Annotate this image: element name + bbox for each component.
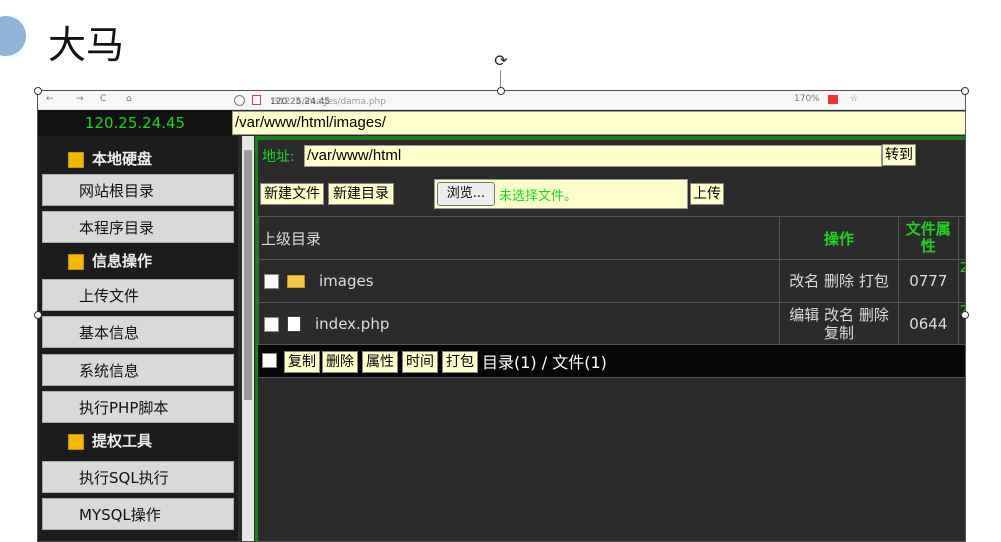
sidebar-scrollbar[interactable]: [242, 136, 254, 541]
batch-action-bar: 复制 删除 属性 时间 打包 目录(1) / 文件(1): [258, 344, 965, 378]
sidebar-item-program-dir[interactable]: 本程序目录: [42, 211, 234, 243]
sidebar-item-upload-file[interactable]: 上传文件: [42, 279, 234, 311]
scrollbar-thumb[interactable]: [244, 150, 252, 400]
table-row: images 改名 删除 打包 0777 2: [257, 259, 965, 303]
folder-icon: [68, 151, 84, 168]
new-file-button[interactable]: 新建文件: [260, 183, 324, 205]
lock-warning-icon: [252, 95, 261, 105]
folder-icon: [68, 433, 84, 450]
sidebar-item-basic-info[interactable]: 基本信息: [42, 316, 234, 348]
row-checkbox[interactable]: [264, 273, 279, 289]
file-name-cell: index.php: [257, 302, 781, 346]
webshell-page: 120.25.24.45 /var/www/html/images/ 本地硬盘 …: [38, 110, 965, 541]
browse-button[interactable]: 浏览...: [437, 182, 495, 206]
row-operations[interactable]: 改名 删除 打包: [779, 259, 899, 303]
slide-title: 大马: [48, 23, 125, 67]
sidebar: 本地硬盘 网站根目录 本程序目录 信息操作 上传文件 基本信息 系统信息 执行P…: [38, 136, 238, 541]
sidebar-group-local-disk: 本地硬盘: [38, 144, 238, 174]
address-label: 地址:: [262, 149, 295, 165]
time-button[interactable]: 时间: [402, 351, 438, 373]
dir-file-count: 目录(1) / 文件(1): [482, 353, 607, 372]
select-all-checkbox[interactable]: [262, 353, 277, 368]
sidebar-item-exec-sql[interactable]: 执行SQL执行: [42, 461, 234, 493]
reload-icon[interactable]: C: [100, 94, 106, 104]
table-row: index.php 编辑 改名 删除复制 0644 2: [257, 302, 965, 346]
file-name-cell: images: [257, 259, 781, 303]
file-name-link[interactable]: images: [319, 272, 374, 290]
resize-handle[interactable]: [961, 87, 969, 95]
resize-handle[interactable]: [34, 311, 42, 319]
back-icon[interactable]: ←: [46, 94, 54, 104]
sidebar-item-web-root[interactable]: 网站根目录: [42, 174, 234, 206]
row-operations-line: 复制: [824, 324, 855, 342]
document-icon: [287, 316, 301, 333]
shield-icon: [234, 95, 245, 106]
row-permissions[interactable]: 0777: [897, 259, 959, 303]
table-header-row: 上级目录 操作 文件属性: [257, 216, 965, 260]
go-button[interactable]: 转到: [882, 144, 916, 166]
row-extra: 2: [957, 302, 965, 346]
server-ip: 120.25.24.45: [38, 110, 232, 136]
no-file-selected-text: 未选择文件。: [499, 189, 578, 204]
row-extra: 2: [957, 259, 965, 303]
embedded-screenshot: ← → C ⌂ 120.25.24.45 :31224/images/dama.p…: [37, 90, 966, 542]
resize-handle[interactable]: [961, 311, 969, 319]
delete-button[interactable]: 删除: [322, 351, 358, 373]
address-input[interactable]: /var/www/html: [304, 145, 882, 167]
extra-column-header: [957, 216, 965, 260]
folder-icon: [68, 253, 84, 270]
file-name-link[interactable]: index.php: [315, 315, 389, 333]
sidebar-item-exec-php[interactable]: 执行PHP脚本: [42, 391, 234, 423]
url-path: :31224/images/dama.php: [270, 97, 386, 107]
home-icon[interactable]: ⌂: [126, 94, 132, 104]
attributes-header: 文件属性: [897, 216, 959, 260]
sidebar-item-mysql[interactable]: MYSQL操作: [42, 498, 234, 530]
sidebar-group-privesc-tools: 提权工具: [38, 426, 238, 456]
attributes-button[interactable]: 属性: [362, 351, 398, 373]
forward-icon[interactable]: →: [76, 94, 84, 104]
row-checkbox[interactable]: [264, 316, 279, 332]
upload-button[interactable]: 上传: [690, 183, 724, 205]
panel-top-border: [258, 136, 965, 140]
file-manager-panel: 地址: /var/www/html 转到 新建文件 新建目录 浏览... 未选择…: [255, 136, 965, 541]
operations-header: 操作: [779, 216, 899, 260]
slide-bullet-icon: [0, 16, 26, 56]
bookmark-star-icon[interactable]: ☆: [850, 94, 858, 104]
row-operations[interactable]: 编辑 改名 删除 复制: [779, 302, 899, 346]
parent-directory-link[interactable]: 上级目录: [257, 216, 781, 260]
resize-handle[interactable]: [497, 87, 505, 95]
file-table: 上级目录 操作 文件属性 images 改名 删除 打包 0777 2 inde…: [257, 216, 965, 346]
file-upload-field: 浏览... 未选择文件。: [434, 179, 688, 209]
folder-icon: [287, 274, 305, 288]
sidebar-item-system-info[interactable]: 系统信息: [42, 354, 234, 386]
new-folder-button[interactable]: 新建目录: [328, 183, 394, 205]
current-path-field[interactable]: /var/www/html/images/: [232, 111, 965, 135]
zoom-level[interactable]: 170%: [794, 94, 820, 104]
resize-handle[interactable]: [34, 87, 42, 95]
row-operations-line: 编辑 改名 删除: [789, 306, 889, 324]
extension-icon[interactable]: [828, 95, 838, 104]
row-permissions[interactable]: 0644: [897, 302, 959, 346]
copy-button[interactable]: 复制: [284, 351, 320, 373]
rotate-handle-icon[interactable]: ⟳: [492, 52, 510, 70]
pack-button[interactable]: 打包: [442, 351, 478, 373]
sidebar-group-info-ops: 信息操作: [38, 246, 238, 276]
